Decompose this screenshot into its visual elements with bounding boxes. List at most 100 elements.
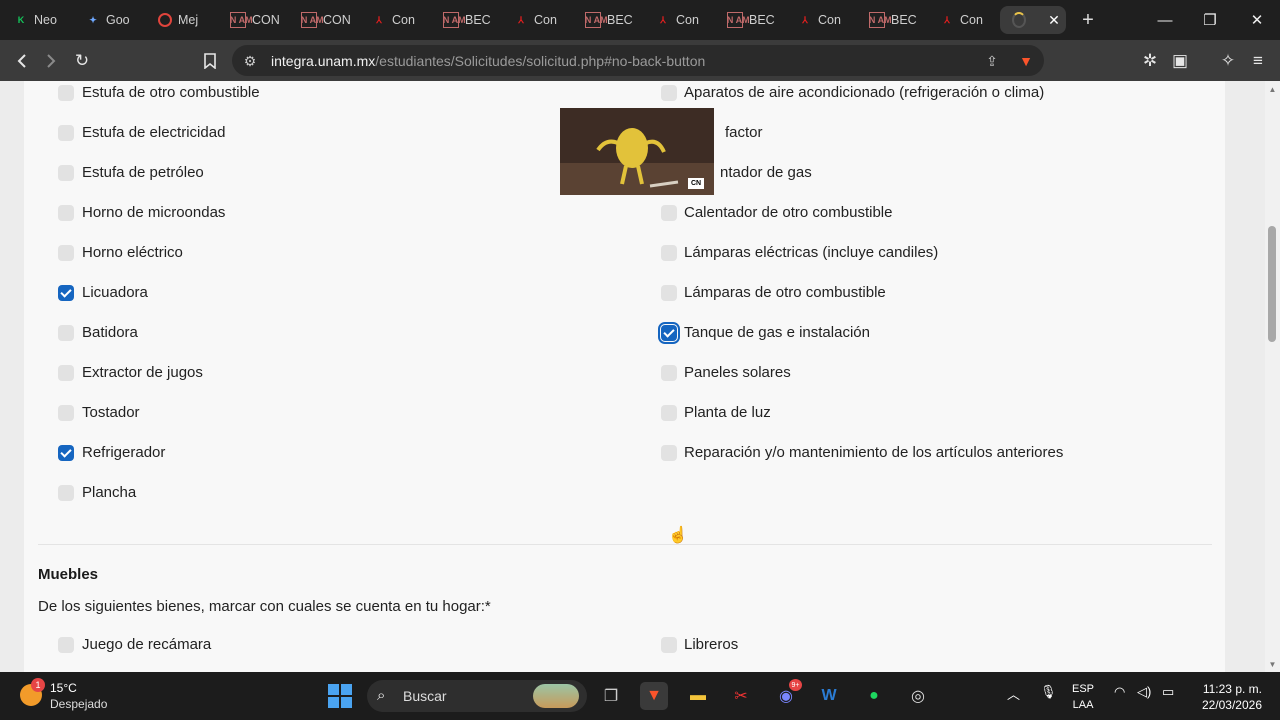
search-placeholder: Buscar <box>403 688 447 704</box>
checkbox-estufa-petroleo[interactable] <box>58 165 74 181</box>
checkbox-tanque-gas[interactable] <box>658 322 680 344</box>
checkbox-refrigerador[interactable] <box>58 445 74 461</box>
brave-shields-icon[interactable]: ▼ <box>1016 51 1036 71</box>
url-text[interactable]: integra.unam.mx/estudiantes/Solicitudes/… <box>271 53 705 69</box>
restore-button[interactable]: ❐ <box>1195 8 1225 32</box>
checkbox-estufa-electricidad[interactable] <box>58 125 74 141</box>
share-icon[interactable]: ⇪ <box>982 51 1002 71</box>
menu-icon[interactable]: ≡ <box>1245 48 1271 74</box>
checkbox-label: ntador de gas <box>720 164 812 181</box>
address-bar[interactable]: ⚙ integra.unam.mx/estudiantes/Solicitude… <box>232 45 1044 76</box>
checkbox-licuadora[interactable] <box>58 285 74 301</box>
unam-icon: UN AM <box>301 12 324 28</box>
tab-bec-1[interactable]: UN AM BEC <box>443 6 499 34</box>
checkbox-label: Libreros <box>684 636 739 653</box>
word-icon[interactable]: W <box>815 682 843 710</box>
tab-pdf-1[interactable]: ⅄ Con <box>372 6 428 34</box>
close-window-button[interactable]: ✕ <box>1242 8 1272 32</box>
checkbox-plancha[interactable] <box>58 485 74 501</box>
cartoon-network-logo: CN <box>688 178 704 189</box>
wallet-icon[interactable]: ▣ <box>1167 48 1193 74</box>
pdf-icon: ⅄ <box>660 14 666 25</box>
checkbox-lamparas-otro-combustible[interactable] <box>661 285 677 301</box>
tab-label: BEC <box>749 13 775 27</box>
checkbox-calentador-otro-combustible[interactable] <box>661 205 677 221</box>
site-settings-icon[interactable]: ⚙ <box>240 51 260 71</box>
search-highlight-image <box>533 684 579 708</box>
checkbox-lamparas-electricas[interactable] <box>661 245 677 261</box>
taskbar-search-box[interactable]: ⌕ Buscar <box>367 680 587 712</box>
tab-label: BEC <box>607 13 633 27</box>
close-tab-icon[interactable]: ✕ <box>1042 6 1066 34</box>
scrollbar-thumb[interactable] <box>1268 226 1276 342</box>
file-explorer-icon[interactable]: ▬ <box>684 682 712 710</box>
task-view-icon[interactable]: ❐ <box>597 682 625 710</box>
tab-mej[interactable]: Mej <box>158 6 214 34</box>
checkbox-tostador[interactable] <box>58 405 74 421</box>
checkbox-aire-acondicionado[interactable] <box>661 85 677 101</box>
scroll-down-arrow-icon[interactable]: ▼ <box>1268 660 1277 669</box>
checkbox-label: Refrigerador <box>82 444 166 461</box>
tab-pdf-2[interactable]: ⅄ Con <box>514 6 570 34</box>
weather-description[interactable]: Despejado <box>50 697 107 711</box>
checkbox-planta-luz[interactable] <box>661 405 677 421</box>
extensions-icon[interactable]: ✲ <box>1137 48 1163 74</box>
section-title-muebles: Muebles <box>38 566 99 583</box>
page-scrollbar[interactable]: ▲ ▼ <box>1265 81 1280 672</box>
record-icon <box>158 13 172 27</box>
tab-active-loading[interactable]: ✕ <box>1000 6 1066 34</box>
checkbox-horno-microondas[interactable] <box>58 205 74 221</box>
scroll-up-arrow-icon[interactable]: ▲ <box>1268 85 1277 94</box>
reload-button[interactable]: ↻ <box>69 48 95 74</box>
bookmark-icon[interactable] <box>197 48 223 74</box>
new-tab-button[interactable]: + <box>1076 8 1100 32</box>
back-button[interactable] <box>9 48 35 74</box>
tab-pdf-4[interactable]: ⅄ Con <box>798 6 854 34</box>
checkbox-reparacion-mantenimiento[interactable] <box>661 445 677 461</box>
tab-con-1[interactable]: UN AM CON <box>230 6 286 34</box>
tab-label: Goo <box>106 13 130 27</box>
checkbox-batidora[interactable] <box>58 325 74 341</box>
show-hidden-icons-chevron-icon[interactable]: ︿ <box>1007 684 1020 703</box>
tab-neo[interactable]: K Neo <box>14 6 70 34</box>
weather-temperature[interactable]: 15°C <box>50 681 77 695</box>
checkbox-extractor-jugos[interactable] <box>58 365 74 381</box>
page-content: Estufa de otro combustible Estufa de ele… <box>0 81 1265 672</box>
spotify-icon[interactable]: ● <box>860 682 888 710</box>
checkbox-estufa-otro-combustible[interactable] <box>58 85 74 101</box>
tab-con-2[interactable]: UN AM CON <box>301 6 357 34</box>
volume-icon[interactable]: ◁) <box>1137 684 1151 700</box>
language-indicator[interactable]: ESP LAA <box>1072 681 1094 713</box>
unam-icon: UN AM <box>230 12 253 28</box>
snipping-tool-icon[interactable]: ✂ <box>727 682 755 710</box>
tab-label: Con <box>818 13 841 27</box>
brave-browser-icon[interactable]: ▼ <box>640 682 668 710</box>
start-windows-icon[interactable] <box>328 684 352 708</box>
tab-pdf-3[interactable]: ⅄ Con <box>656 6 712 34</box>
checkbox-horno-electrico[interactable] <box>58 245 74 261</box>
tab-bec-2[interactable]: UN AM BEC <box>585 6 641 34</box>
checkbox-paneles-solares[interactable] <box>661 365 677 381</box>
minimize-button[interactable]: — <box>1150 8 1180 32</box>
checkbox-libreros[interactable] <box>661 637 677 653</box>
leo-ai-icon[interactable]: ✧ <box>1215 48 1241 74</box>
section-description: De los siguientes bienes, marcar con cua… <box>38 598 491 615</box>
tab-gemini[interactable]: ✦ Goo <box>86 6 142 34</box>
tab-label: CON <box>252 13 280 27</box>
discord-badge: 9+ <box>789 679 802 691</box>
battery-icon[interactable]: ▭ <box>1162 684 1174 700</box>
obs-icon[interactable]: ◎ <box>904 682 932 710</box>
pdf-icon: ⅄ <box>944 14 950 25</box>
forward-button[interactable] <box>38 48 64 74</box>
tab-bec-4[interactable]: UN AM BEC <box>869 6 925 34</box>
checkbox-juego-recamara[interactable] <box>58 637 74 653</box>
checkbox-label: Tanque de gas e instalación <box>684 324 870 341</box>
tab-label: BEC <box>465 13 491 27</box>
tab-pdf-5[interactable]: ⅄ Con <box>940 6 996 34</box>
checkbox-label: Tostador <box>82 404 140 421</box>
picture-in-picture-video[interactable]: CN <box>560 108 714 195</box>
wifi-icon[interactable]: ◠ <box>1114 684 1125 700</box>
microphone-icon[interactable]: 🎙 <box>1040 684 1057 700</box>
system-clock[interactable]: 11:23 p. m. 22/03/2026 <box>1196 681 1262 713</box>
tab-bec-3[interactable]: UN AM BEC <box>727 6 783 34</box>
